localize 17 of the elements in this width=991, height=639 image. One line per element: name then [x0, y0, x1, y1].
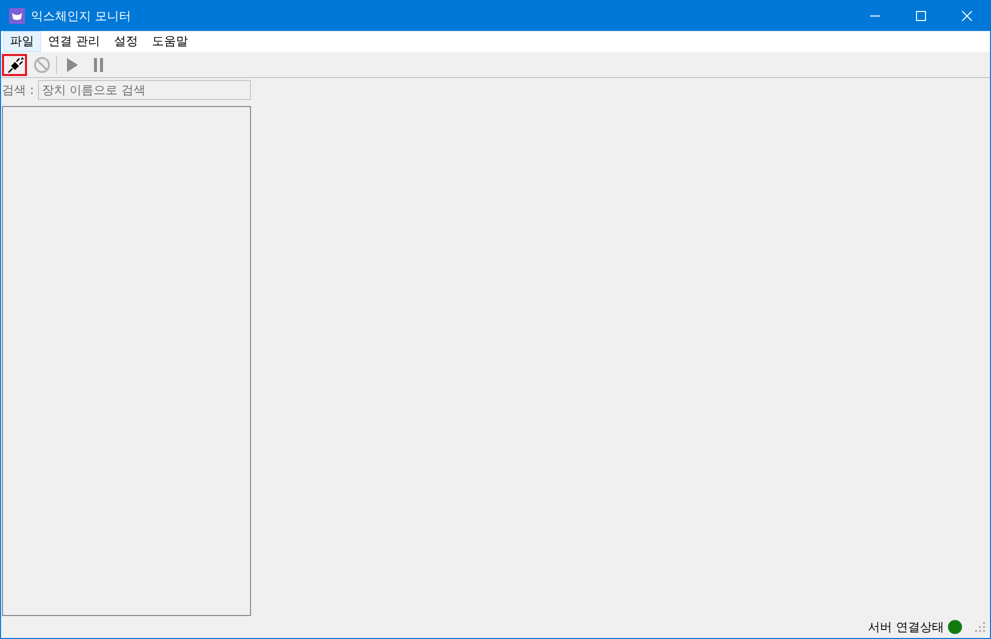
app-logo-icon	[9, 8, 25, 24]
server-status-label: 서버 연결상태	[868, 618, 944, 636]
menu-item[interactable]: 연결 관리	[41, 31, 107, 52]
cancel-icon	[32, 56, 50, 74]
close-icon	[962, 11, 972, 21]
play-icon	[66, 58, 78, 72]
pause-icon	[92, 58, 104, 72]
window-title: 익스체인지 모니터	[31, 8, 132, 24]
maximize-icon	[916, 11, 926, 21]
search-label: 검색 :	[1, 82, 34, 98]
toolbar-button[interactable]	[2, 54, 27, 76]
menu-item[interactable]: 파일	[3, 31, 41, 52]
menu-item[interactable]: 도움말	[144, 31, 195, 52]
resize-grip-icon	[974, 621, 986, 633]
menu-item[interactable]: 설정	[106, 31, 145, 52]
search-field[interactable]: 장치 이름으로 검색	[38, 80, 251, 100]
plug-icon	[6, 57, 24, 73]
